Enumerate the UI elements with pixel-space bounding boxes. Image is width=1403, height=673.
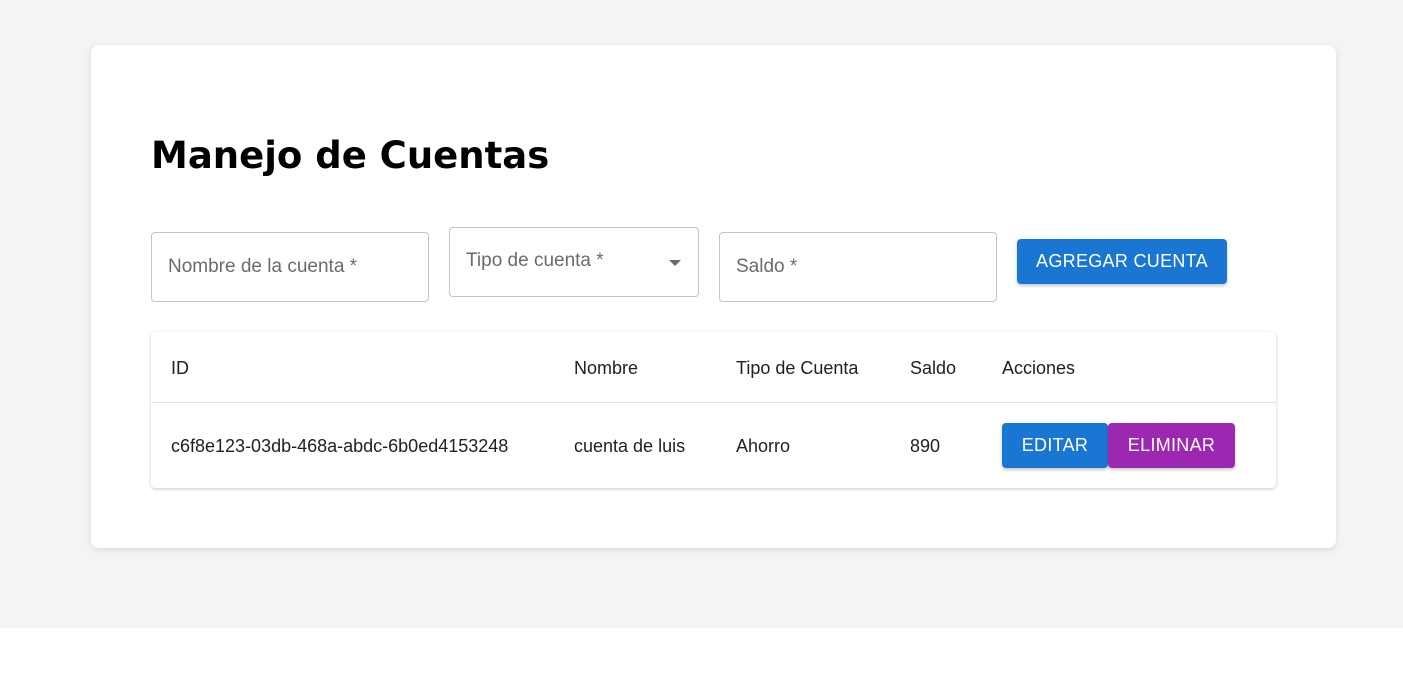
column-header-id: ID — [171, 358, 189, 378]
row-nombre-cell: cuenta de luis — [574, 436, 686, 456]
column-header-acciones: Acciones — [1002, 358, 1076, 378]
account-name-input[interactable]: Nombre de la cuenta * — [151, 232, 429, 302]
balance-placeholder: Saldo * — [736, 256, 798, 277]
account-name-placeholder: Nombre de la cuenta * — [168, 256, 358, 277]
column-header-tipo: Tipo de Cuenta — [736, 358, 859, 378]
account-type-placeholder: Tipo de cuenta * — [466, 250, 604, 271]
column-header-nombre: Nombre — [574, 358, 639, 378]
add-account-button[interactable]: AGREGAR CUENTA — [1017, 239, 1227, 284]
accounts-table: ID Nombre Tipo de Cuenta Saldo Acciones … — [151, 332, 1276, 488]
table-header-divider — [151, 402, 1276, 403]
row-id-cell: c6f8e123-03db-468a-abdc-6b0ed4153248 — [171, 436, 509, 456]
edit-button[interactable]: EDITAR — [1002, 423, 1108, 468]
row-tipo-cell: Ahorro — [736, 436, 791, 456]
row-saldo-cell: 890 — [910, 436, 941, 456]
delete-button[interactable]: ELIMINAR — [1108, 423, 1235, 468]
accounts-card: Manejo de Cuentas Nombre de la cuenta * … — [91, 45, 1336, 548]
account-type-select[interactable]: Tipo de cuenta * — [449, 227, 699, 297]
column-header-saldo: Saldo — [910, 358, 957, 378]
page-title: Manejo de Cuentas — [151, 134, 550, 177]
chevron-down-icon — [669, 260, 681, 266]
balance-input[interactable]: Saldo * — [719, 232, 997, 302]
